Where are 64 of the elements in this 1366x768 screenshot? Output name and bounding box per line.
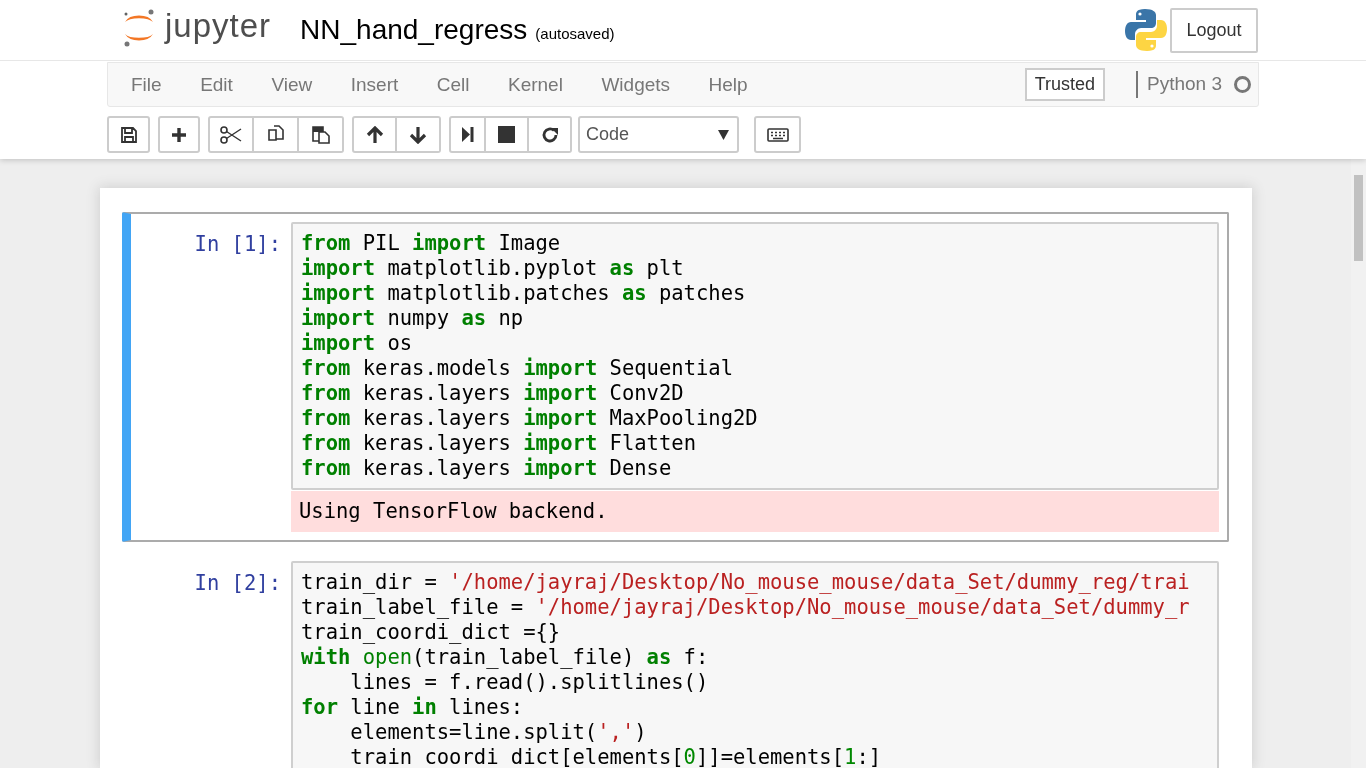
move-up-button[interactable] [352, 116, 397, 153]
python-logo-icon [1125, 8, 1167, 52]
code-line: from keras.layers import MaxPooling2D [301, 406, 758, 430]
scrollbar-thumb[interactable] [1354, 175, 1363, 261]
code-line: with open(train_label_file) as f: [301, 645, 709, 669]
code-line: import matplotlib.patches as patches [301, 281, 746, 305]
cell-type-dropdown[interactable]: Code [578, 116, 739, 153]
logo-text[interactable]: jupyter [165, 1, 272, 51]
code-line: train_dir = '/home/jayraj/Desktop/No_mouse_mouse/data_Set/dummy_reg/trai [301, 570, 1190, 594]
code-line: import numpy as np [301, 306, 524, 330]
restart-button[interactable] [529, 116, 572, 153]
stderr-output: Using TensorFlow backend. [291, 491, 1219, 532]
menu-item[interactable]: Insert [335, 63, 414, 106]
code-line: import matplotlib.pyplot as plt [301, 256, 684, 280]
code-line: train_coordi_dict ={} [301, 620, 561, 644]
plus-icon [171, 126, 187, 143]
keyboard-button[interactable] [754, 116, 801, 153]
save-button[interactable] [107, 116, 150, 153]
code-editor[interactable] [291, 222, 1219, 490]
menu-item[interactable]: Edit [185, 63, 248, 106]
logout-button[interactable]: Logout [1170, 7, 1258, 53]
notebook-name[interactable]: NN_hand_regress [300, 9, 528, 51]
code-line: train_coordi_dict[elements[0]]=elements[1:] [349, 745, 882, 768]
copy-icon [266, 125, 285, 144]
code-cell[interactable] [122, 212, 1229, 542]
code-line: from PIL import Image [301, 231, 561, 255]
cut-button[interactable] [208, 116, 254, 153]
menu-item[interactable]: Kernel [493, 63, 578, 106]
stop-icon [498, 126, 515, 143]
caret-icon [718, 129, 729, 140]
code-line: from keras.layers import Conv2D [301, 381, 684, 405]
code-line: elements=line.split(',') [349, 720, 647, 744]
arrow-up-icon [365, 125, 384, 144]
autosave-status: (autosaved) [535, 23, 615, 44]
input-prompt: In [1]: [194, 232, 281, 256]
code-line: train_label_file = '/home/jayraj/Desktop/No_mouse_mouse/data_Set/dummy_r [301, 595, 1190, 619]
menu-item[interactable]: Cell [421, 63, 485, 106]
code-line: from keras.layers import Flatten [301, 431, 696, 455]
menu-item[interactable]: View [256, 63, 328, 106]
paste-button[interactable] [299, 116, 344, 153]
copy-button[interactable] [254, 116, 299, 153]
input-prompt: In [2]: [194, 571, 281, 595]
keyboard-icon [766, 127, 789, 142]
menu-item[interactable]: File [116, 63, 177, 106]
paste-icon [311, 125, 330, 144]
scissors-icon [220, 125, 242, 144]
code-line: from keras.layers import Dense [301, 456, 672, 480]
code-editor[interactable] [291, 561, 1219, 768]
stop-button[interactable] [486, 116, 529, 153]
code-line: import os [301, 331, 413, 355]
menu-item[interactable]: Widgets [586, 63, 686, 106]
run-button[interactable] [449, 116, 486, 153]
trusted-indicator[interactable]: Trusted [1024, 68, 1105, 101]
arrow-down-icon [409, 125, 427, 144]
code-line: from keras.models import Sequential [301, 356, 733, 380]
jupyter-logo-icon [122, 8, 156, 48]
step-forward-icon [460, 126, 475, 143]
insert-cell-button[interactable] [158, 116, 200, 153]
move-down-button[interactable] [397, 116, 441, 153]
code-line: for line in lines: [301, 695, 524, 719]
code-line: lines = f.read().splitlines() [349, 670, 709, 694]
kernel-name: Python 3 [1147, 72, 1222, 97]
menu-item[interactable]: Help [693, 63, 763, 106]
refresh-icon [540, 125, 559, 144]
